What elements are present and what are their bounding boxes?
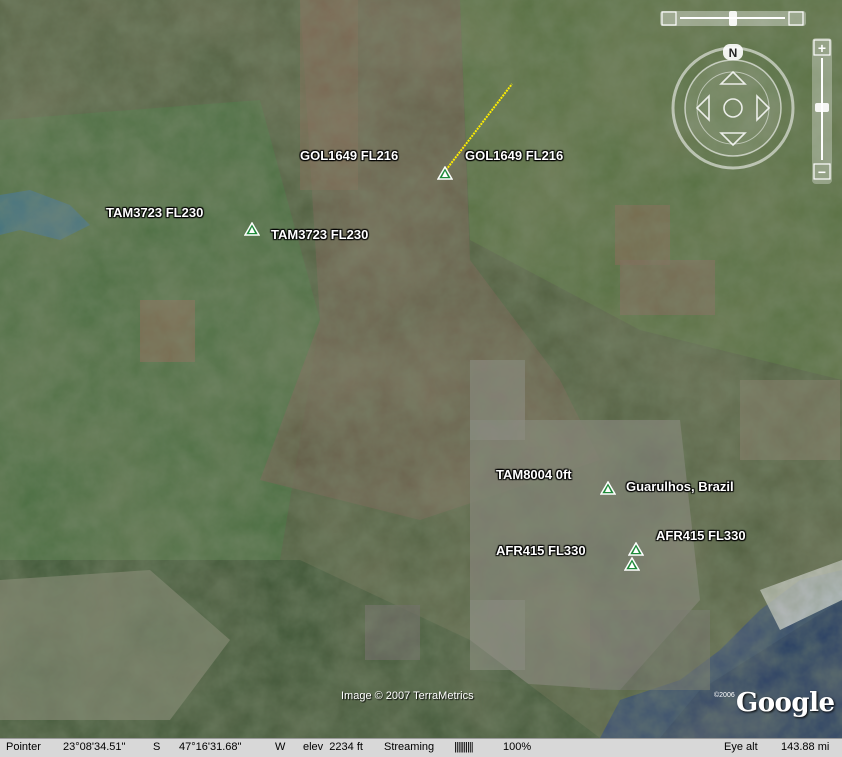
place-label-guarulhos: Guarulhos, Brazil <box>626 479 734 494</box>
tilt-slider[interactable] <box>660 11 806 26</box>
aircraft-label-left: AFR415 FL330 <box>496 543 586 558</box>
streaming-bars: |||||||||| <box>454 741 474 753</box>
elevation: elev 2234 ft <box>303 741 363 753</box>
aircraft-marker-icon[interactable] <box>628 542 644 556</box>
aircraft-marker-icon[interactable] <box>624 557 640 571</box>
streaming-percent: 100% <box>503 741 532 753</box>
status-bar: Pointer 23°08'34.51" S 47°16'31.68" W el… <box>0 738 842 757</box>
zoom-in-button: + <box>818 40 826 56</box>
google-logo: Google <box>736 688 835 718</box>
aircraft-label-right: AFR415 FL330 <box>656 528 746 543</box>
aircraft-label-left: TAM8004 0ft <box>496 467 572 482</box>
pointer-label: Pointer <box>6 741 41 753</box>
eye-altitude-value: 143.88 mi <box>781 741 830 753</box>
zoom-out-button: − <box>818 164 826 180</box>
eye-altitude-label: Eye alt <box>724 741 758 753</box>
aircraft-label-right: TAM3723 FL230 <box>271 227 369 242</box>
aircraft-label-right: GOL1649 FL216 <box>465 148 564 163</box>
compass-north-label: N <box>729 46 738 60</box>
aircraft-marker-icon[interactable] <box>437 166 453 180</box>
aircraft-label-left: TAM3723 FL230 <box>106 205 204 220</box>
map-viewport[interactable]: GOL1649 FL216 GOL1649 FL216 TAM3723 FL23… <box>0 0 842 738</box>
aircraft-marker-icon[interactable] <box>244 222 260 236</box>
logo-year: ©2006 <box>714 692 735 699</box>
pointer-latitude: 23°08'34.51" <box>63 741 126 753</box>
aircraft-label-left: GOL1649 FL216 <box>300 148 399 163</box>
latitude-hemisphere: S <box>153 741 161 753</box>
zoom-slider[interactable]: + − <box>812 38 832 184</box>
pointer-longitude: 47°16'31.68" <box>179 741 242 753</box>
imagery-copyright: Image © 2007 TerraMetrics <box>341 690 474 702</box>
longitude-hemisphere: W <box>275 741 286 753</box>
aircraft-marker-icon[interactable] <box>600 481 616 495</box>
streaming-label: Streaming <box>384 741 435 753</box>
